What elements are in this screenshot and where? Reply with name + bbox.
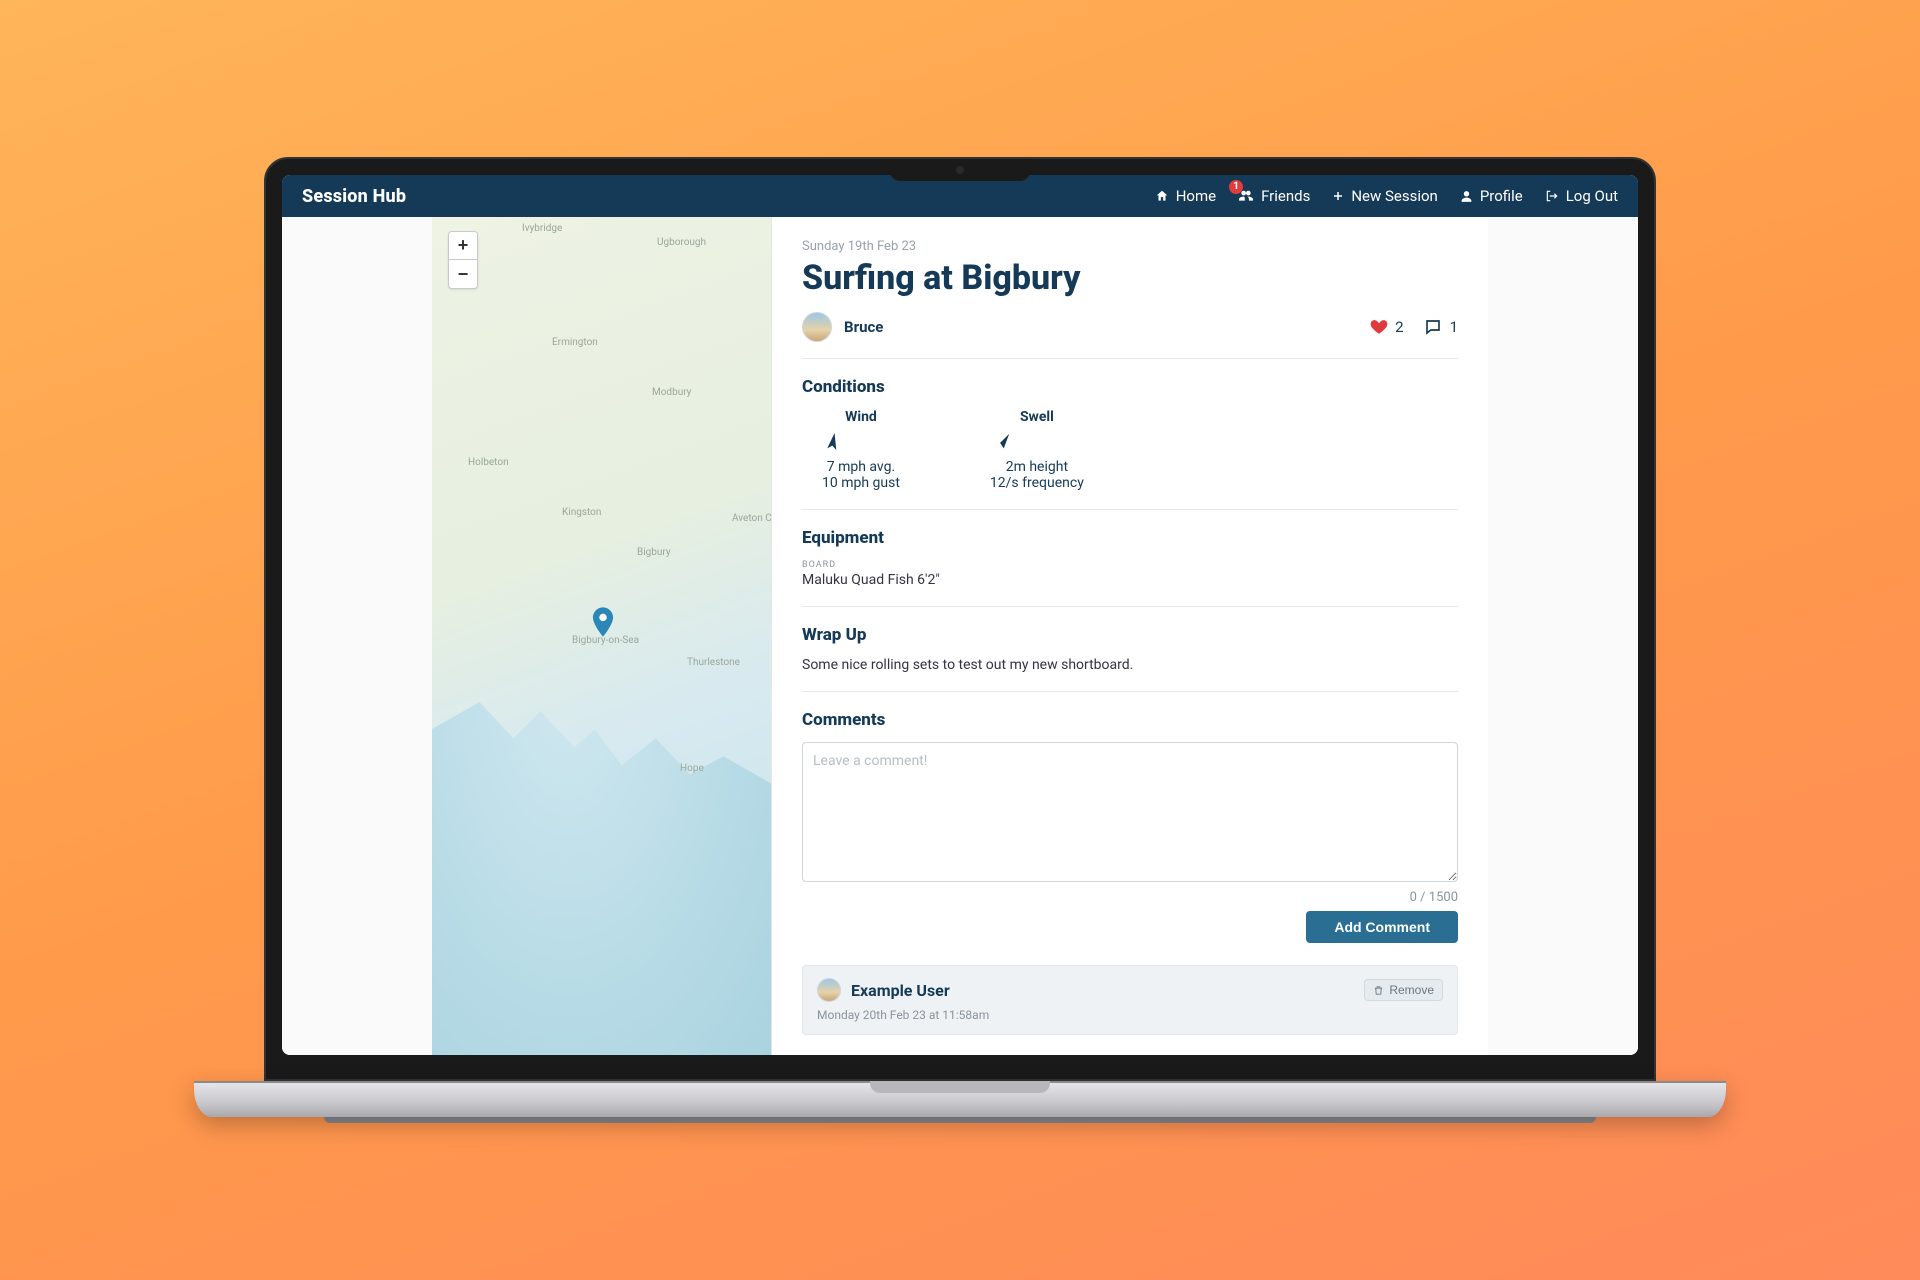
remove-label: Remove [1389, 983, 1434, 997]
nav-new-session-label: New Session [1351, 187, 1437, 205]
stats: 2 1 [1369, 318, 1458, 336]
map-label: Hope [680, 763, 704, 774]
wrapup-heading: Wrap Up [802, 625, 1458, 645]
equipment-board-value: Maluku Quad Fish 6'2" [802, 572, 1458, 588]
zoom-in-button[interactable]: + [449, 232, 477, 260]
section-equipment: Equipment BOARD Maluku Quad Fish 6'2" [802, 510, 1458, 607]
swell-condition: Swell 2m height 12/s frequency [990, 409, 1084, 491]
like-button[interactable]: 2 [1369, 318, 1403, 336]
map-label: Ugborough [657, 237, 706, 248]
trash-icon [1373, 985, 1384, 996]
like-count: 2 [1395, 318, 1403, 336]
comment-time: Monday 20th Feb 23 at 11:58am [817, 1008, 1443, 1022]
map-label: Holbeton [468, 457, 509, 468]
swell-label: Swell [990, 409, 1084, 425]
equipment-board-label: BOARD [802, 560, 1458, 570]
map-label: Thurlestone [687, 657, 740, 668]
comment-input[interactable] [802, 742, 1458, 882]
wind-label: Wind [822, 409, 900, 425]
map-label: Ivybridge [522, 223, 562, 234]
logout-icon [1545, 189, 1559, 203]
notch [890, 159, 1030, 181]
page-body: + − Ivybridge Ugborough Ermington Modbur… [282, 217, 1638, 1055]
plus-icon [1332, 190, 1344, 202]
content: Sunday 19th Feb 23 Surfing at Bigbury Br… [772, 217, 1488, 1055]
author-avatar [802, 312, 832, 342]
wind-avg: 7 mph avg. [822, 459, 900, 475]
map-label: Bigbury [637, 547, 671, 558]
brand[interactable]: Session Hub [302, 186, 406, 207]
nav-logout[interactable]: Log Out [1545, 187, 1618, 205]
conditions-heading: Conditions [802, 377, 1458, 397]
section-wrapup: Wrap Up Some nice rolling sets to test o… [802, 607, 1458, 692]
wind-arrow-icon [822, 431, 900, 453]
map-label: Ermington [552, 337, 598, 348]
section-comments: Comments 0 / 1500 Add Comment Example Us… [802, 692, 1458, 1053]
gutter-right [1488, 217, 1638, 1055]
equipment-heading: Equipment [802, 528, 1458, 548]
swell-frequency: 12/s frequency [990, 475, 1084, 491]
comments-button[interactable]: 1 [1422, 318, 1458, 336]
laptop-base [194, 1081, 1726, 1117]
comment-counter: 0 / 1500 [802, 890, 1458, 905]
comment-author[interactable]: Example User [817, 978, 950, 1002]
byline[interactable]: Bruce [802, 312, 883, 342]
byline-row: Bruce 2 [802, 312, 1458, 359]
nav-profile-label: Profile [1480, 187, 1523, 205]
zoom-out-button[interactable]: − [449, 260, 477, 288]
map[interactable]: + − Ivybridge Ugborough Ermington Modbur… [432, 217, 772, 1055]
heart-icon [1369, 318, 1389, 336]
comment-icon [1422, 318, 1444, 336]
gutter-left [282, 217, 432, 1055]
swell-height: 2m height [990, 459, 1084, 475]
nav-new-session[interactable]: New Session [1332, 187, 1437, 205]
wind-gust: 10 mph gust [822, 475, 900, 491]
nav-home-label: Home [1176, 187, 1216, 205]
comment-avatar [817, 978, 841, 1002]
nav-profile[interactable]: Profile [1460, 187, 1523, 205]
zoom-control: + − [448, 231, 478, 289]
comment-card: Example User Remove Monday 20th Feb 23 a… [802, 965, 1458, 1035]
author-name: Bruce [844, 318, 883, 336]
comments-heading: Comments [802, 710, 1458, 730]
nav-friends[interactable]: 1 Friends [1238, 187, 1310, 205]
laptop-mockup: Session Hub Home 1 Friends [264, 157, 1656, 1123]
laptop-foot [324, 1117, 1596, 1123]
home-icon [1155, 189, 1169, 203]
navbar: Session Hub Home 1 Friends [282, 175, 1638, 217]
swell-arrow-icon [990, 431, 1084, 453]
comment-author-name: Example User [851, 981, 950, 1000]
map-sea [432, 602, 771, 1055]
section-conditions: Conditions Wind 7 mph avg. 10 mph gust [802, 359, 1458, 510]
session-title: Surfing at Bigbury [802, 258, 1458, 298]
add-comment-button[interactable]: Add Comment [1306, 911, 1458, 943]
map-label: Aveton C [732, 513, 772, 524]
wind-condition: Wind 7 mph avg. 10 mph gust [822, 409, 900, 491]
friends-badge: 1 [1229, 180, 1243, 194]
nav-home[interactable]: Home [1155, 187, 1216, 205]
wrapup-text: Some nice rolling sets to test out my ne… [802, 657, 1458, 673]
nav-logout-label: Log Out [1566, 187, 1618, 205]
user-icon [1460, 190, 1473, 203]
map-label: Kingston [562, 507, 601, 518]
screen: Session Hub Home 1 Friends [282, 175, 1638, 1055]
remove-comment-button[interactable]: Remove [1364, 979, 1443, 1001]
nav-friends-label: Friends [1261, 187, 1310, 205]
comments-count: 1 [1450, 318, 1458, 336]
session-date: Sunday 19th Feb 23 [802, 239, 1458, 254]
map-pin-icon [592, 607, 614, 637]
map-label: Modbury [652, 387, 691, 398]
screen-bezel: Session Hub Home 1 Friends [264, 157, 1656, 1081]
